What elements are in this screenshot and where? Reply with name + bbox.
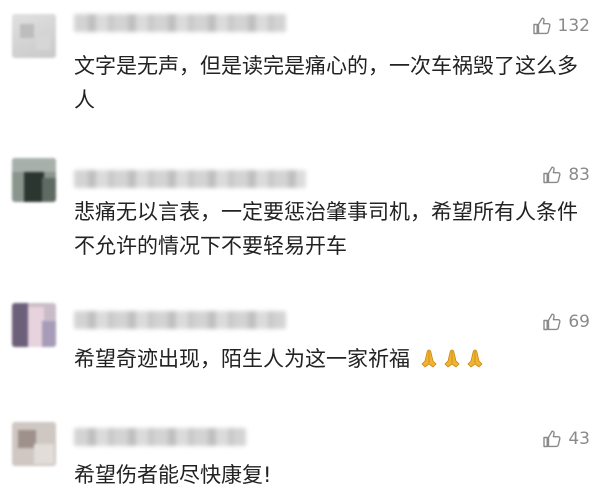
comment-item: 132 文字是无声，但是读完是痛心的，一次车祸毁了这么多人 — [0, 0, 606, 130]
comment-text: 文字是无声，但是读完是痛心的，一次车祸毁了这么多人 — [74, 54, 578, 112]
comment-text-body: 希望奇迹出现，陌生人为这一家祈福 — [74, 347, 410, 371]
thumbs-up-icon — [542, 429, 562, 449]
comment-text: 希望奇迹出现，陌生人为这一家祈福 — [74, 342, 579, 376]
like-count: 132 — [557, 16, 590, 36]
avatar[interactable] — [12, 422, 56, 466]
folded-hands-icon — [418, 345, 440, 368]
comment-text: 希望伤者能尽快康复! — [74, 463, 272, 487]
avatar[interactable] — [12, 303, 56, 347]
like-count: 43 — [568, 429, 590, 449]
like-button[interactable]: 83 — [542, 164, 590, 186]
comment-text: 悲痛无以言表，一定要惩治肇事司机，希望所有人条件不允许的情况下不要轻易开车 — [74, 200, 578, 258]
username-redacted[interactable] — [74, 170, 306, 188]
folded-hands-icon — [441, 345, 463, 368]
comment-item: 83 悲痛无以言表，一定要惩治肇事司机，希望所有人条件不允许的情况下不要轻易开车 — [0, 150, 606, 280]
like-button[interactable]: 69 — [542, 311, 590, 333]
thumbs-up-icon — [532, 16, 552, 36]
comment-item: 69 希望奇迹出现，陌生人为这一家祈福 — [0, 295, 606, 400]
like-button[interactable]: 43 — [542, 428, 590, 450]
like-button[interactable]: 132 — [532, 15, 590, 37]
avatar[interactable] — [12, 158, 56, 202]
avatar[interactable] — [12, 14, 56, 58]
like-count: 83 — [568, 165, 590, 185]
thumbs-up-icon — [542, 312, 562, 332]
thumbs-up-icon — [542, 165, 562, 185]
username-redacted[interactable] — [74, 14, 286, 32]
folded-hands-icon — [464, 345, 486, 368]
username-redacted[interactable] — [74, 311, 286, 329]
like-count: 69 — [568, 312, 590, 332]
comment-item: 43 希望伤者能尽快康复! — [0, 412, 606, 502]
username-redacted[interactable] — [74, 428, 246, 446]
